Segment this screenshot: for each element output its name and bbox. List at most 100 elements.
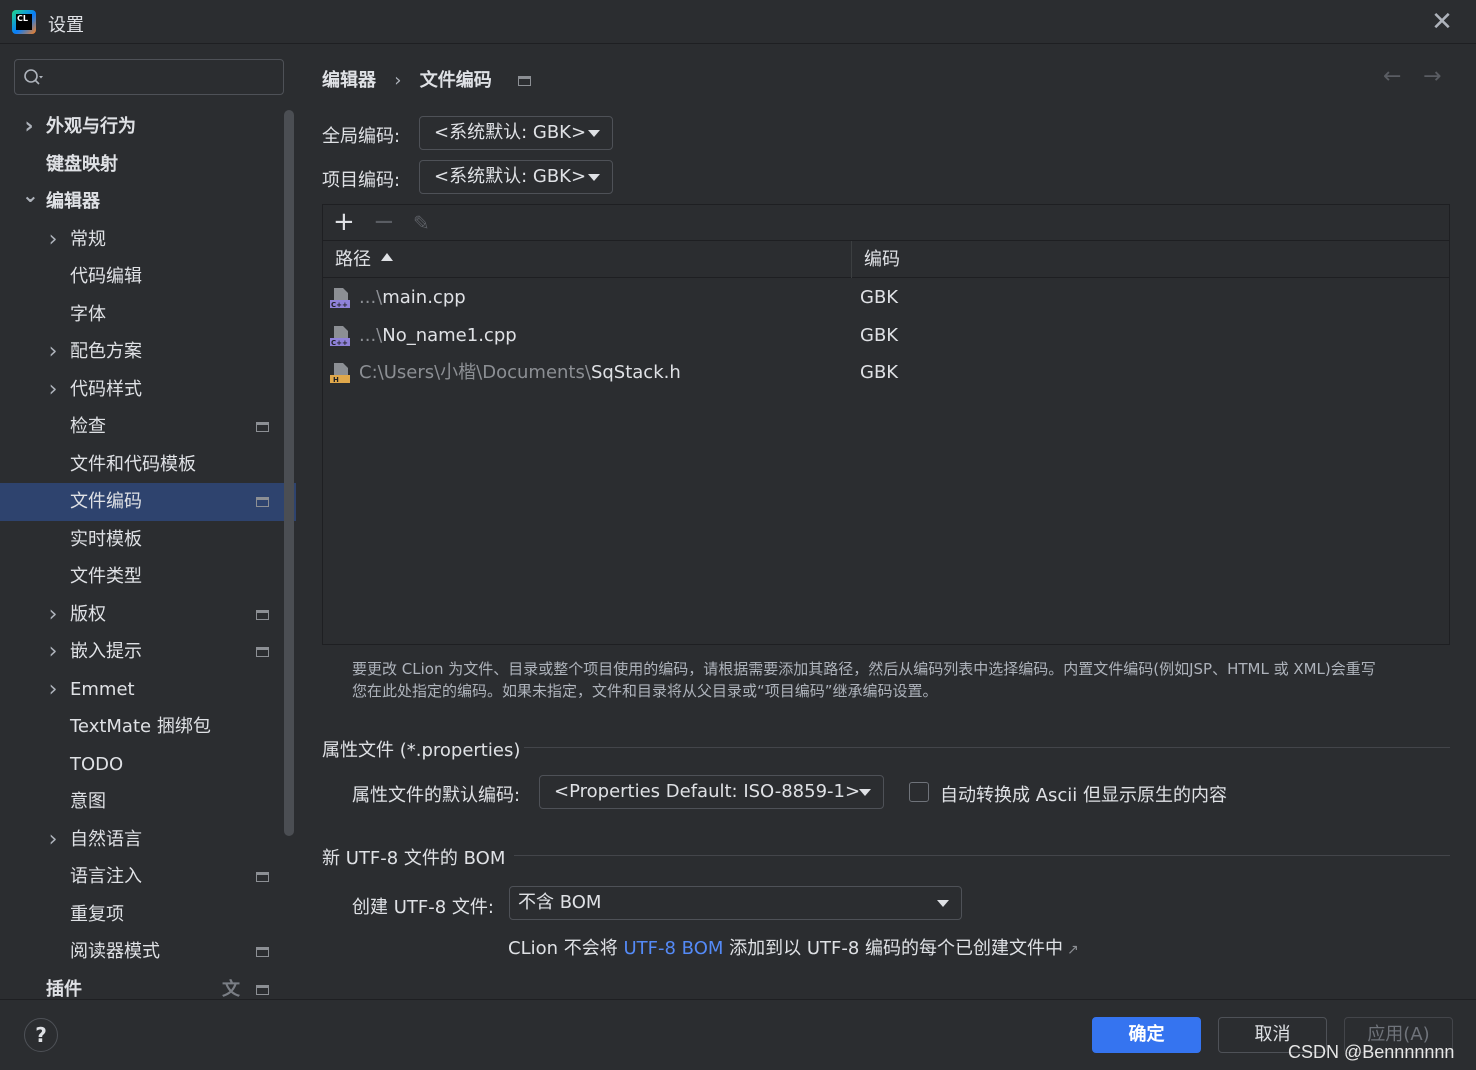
sidebar-item-label: Emmet (70, 678, 135, 700)
back-arrow-icon[interactable]: ← (1383, 64, 1401, 89)
table-toolbar: + − ✎ (323, 205, 1449, 241)
sidebar-item[interactable]: 重复项 (0, 896, 296, 934)
chevron-right-icon[interactable]: › (46, 333, 60, 371)
create-utf8-label: 创建 UTF-8 文件: (352, 897, 494, 918)
bom-info-prefix: CLion 不会将 (508, 938, 624, 959)
sidebar-item[interactable]: 插件 文 (0, 971, 296, 999)
edit-icon[interactable]: ✎ (413, 211, 430, 235)
project-scope-icon (256, 609, 269, 620)
chevron-right-icon[interactable]: › (46, 633, 60, 671)
dialog-footer: ? 确定 取消 应用(A) CSDN @Bennnnnnn (0, 999, 1476, 1070)
settings-main-panel: 编辑器 › 文件编码 ← → 全局编码: <系统默认: GBK> 项目编码: <… (296, 44, 1476, 999)
help-text-line-2: 您在此处指定的编码。如果未指定，文件和目录将从父目录或“项目编码”继承编码设置。 (352, 682, 938, 700)
search-input[interactable] (14, 59, 284, 95)
sidebar-item-label: 代码样式 (70, 378, 142, 400)
bom-group-title: 新 UTF-8 文件的 BOM (322, 848, 506, 869)
add-icon[interactable]: + (333, 207, 355, 237)
header-file-icon: H (330, 363, 350, 384)
file-path: ...\main.cpp (359, 279, 466, 317)
breadcrumb-current: 文件编码 (419, 70, 492, 91)
sidebar-item-label: 意图 (70, 791, 106, 812)
sidebar-item-label: 嵌入提示 (70, 641, 142, 662)
sidebar-item[interactable]: › 配色方案 (0, 333, 296, 371)
sidebar-item-label: 键盘映射 (46, 153, 118, 175)
chevron-right-icon[interactable]: › (46, 371, 60, 409)
chevron-right-icon[interactable]: › (46, 596, 60, 634)
bom-group-divider (514, 855, 1450, 856)
sidebar-item-label: 重复项 (70, 903, 124, 925)
chevron-down-icon (588, 174, 600, 181)
sidebar-item[interactable]: 检查 (0, 408, 296, 446)
sidebar-item[interactable]: 键盘映射 (0, 146, 296, 184)
properties-default-label: 属性文件的默认编码: (352, 785, 521, 806)
breadcrumb-separator: › (394, 70, 402, 91)
sidebar-item[interactable]: › Emmet (0, 671, 296, 709)
sidebar-item[interactable]: 文件类型 (0, 558, 296, 596)
sidebar-item-label: TextMate 捆绑包 (70, 716, 211, 737)
file-path-prefix: ...\ (359, 324, 383, 346)
properties-encoding-value: <Properties Default: ISO-8859-1> (554, 781, 861, 802)
file-encoding[interactable]: GBK (860, 317, 898, 355)
sidebar-item[interactable]: 代码编辑 (0, 258, 296, 296)
encoding-help-text: 要更改 CLion 为文件、目录或整个项目使用的编码，请根据需要添加其路径，然后… (352, 658, 1452, 702)
sidebar-item[interactable]: 语言注入 (0, 858, 296, 896)
create-utf8-dropdown[interactable]: 不含 BOM (509, 886, 962, 920)
properties-group-divider (524, 747, 1450, 748)
sidebar-item[interactable]: › 自然语言 (0, 821, 296, 859)
table-row[interactable]: C++ ...\main.cpp GBK (323, 279, 1449, 317)
global-encoding-dropdown[interactable]: <系统默认: GBK> (419, 116, 613, 150)
window-title: 设置 (48, 15, 84, 36)
sidebar-item[interactable]: › 版权 (0, 596, 296, 634)
sidebar-item-label: 自然语言 (70, 828, 142, 850)
project-encoding-dropdown[interactable]: <系统默认: GBK> (419, 160, 613, 194)
help-button[interactable]: ? (24, 1018, 58, 1052)
forward-arrow-icon[interactable]: → (1423, 64, 1441, 89)
properties-encoding-dropdown[interactable]: <Properties Default: ISO-8859-1> (539, 775, 884, 809)
chevron-down-icon[interactable]: ⌄ (22, 177, 39, 215)
ok-button[interactable]: 确定 (1092, 1017, 1201, 1053)
logo-text: CL (16, 14, 32, 30)
sidebar-item[interactable]: TextMate 捆绑包 (0, 708, 296, 746)
external-link-icon: ↗ (1067, 942, 1079, 958)
chevron-right-icon[interactable]: › (22, 108, 36, 146)
sidebar-item[interactable]: 文件和代码模板 (0, 446, 296, 484)
sidebar-item[interactable]: 阅读器模式 (0, 933, 296, 971)
file-encoding[interactable]: GBK (860, 354, 898, 392)
sidebar-item-label: 配色方案 (70, 341, 142, 362)
remove-icon[interactable]: − (373, 207, 395, 237)
column-header-path[interactable]: 路径 (323, 241, 852, 278)
sidebar-item[interactable]: 文件编码 (0, 483, 296, 521)
settings-tree: › 外观与行为 键盘映射 ⌄ 编辑器 › 常规 代码编辑 字体 › 配色方案 › 代码样式 检查 文件和代码… (0, 108, 296, 999)
chevron-right-icon[interactable]: › (46, 221, 60, 259)
create-utf8-value: 不含 BOM (518, 892, 602, 913)
table-row[interactable]: C++ ...\No_name1.cpp GBK (323, 317, 1449, 355)
sidebar-item[interactable]: › 代码样式 (0, 371, 296, 409)
ascii-convert-label[interactable]: 自动转换成 Ascii 但显示原生的内容 (940, 781, 1227, 807)
column-header-path-label: 路径 (335, 249, 371, 270)
ascii-convert-checkbox[interactable] (909, 782, 929, 802)
svg-text:H: H (333, 376, 339, 384)
help-text-line-1: 要更改 CLion 为文件、目录或整个项目使用的编码，请根据需要添加其路径，然后… (352, 660, 1376, 678)
file-path-prefix: ...\ (359, 287, 383, 308)
sidebar-item[interactable]: TODO (0, 746, 296, 784)
breadcrumb-parent[interactable]: 编辑器 (322, 66, 376, 92)
sidebar-item[interactable]: 实时模板 (0, 521, 296, 559)
cpp-file-icon: C++ (330, 325, 350, 347)
sidebar-item[interactable]: › 嵌入提示 (0, 633, 296, 671)
sidebar-item[interactable]: 意图 (0, 783, 296, 821)
sidebar-item-label: 实时模板 (70, 528, 142, 550)
utf8-bom-link[interactable]: UTF-8 BOM (623, 938, 723, 959)
project-scope-icon (256, 872, 269, 882)
chevron-right-icon[interactable]: › (46, 821, 60, 859)
chevron-right-icon[interactable]: › (46, 671, 60, 709)
sidebar-item[interactable]: › 常规 (0, 221, 296, 259)
sidebar-item[interactable]: › 外观与行为 (0, 108, 296, 146)
close-icon[interactable]: ✕ (1428, 8, 1456, 36)
sidebar-item[interactable]: 字体 (0, 296, 296, 334)
sidebar-scrollbar[interactable] (284, 110, 294, 836)
file-encoding[interactable]: GBK (860, 279, 898, 317)
sidebar-item[interactable]: ⌄ 编辑器 (0, 183, 296, 221)
table-row[interactable]: H C:\Users\小楷\Documents\SqStack.h GBK (323, 354, 1449, 392)
sidebar-item-label: 编辑器 (46, 191, 100, 212)
column-header-encoding[interactable]: 编码 (852, 241, 1449, 278)
